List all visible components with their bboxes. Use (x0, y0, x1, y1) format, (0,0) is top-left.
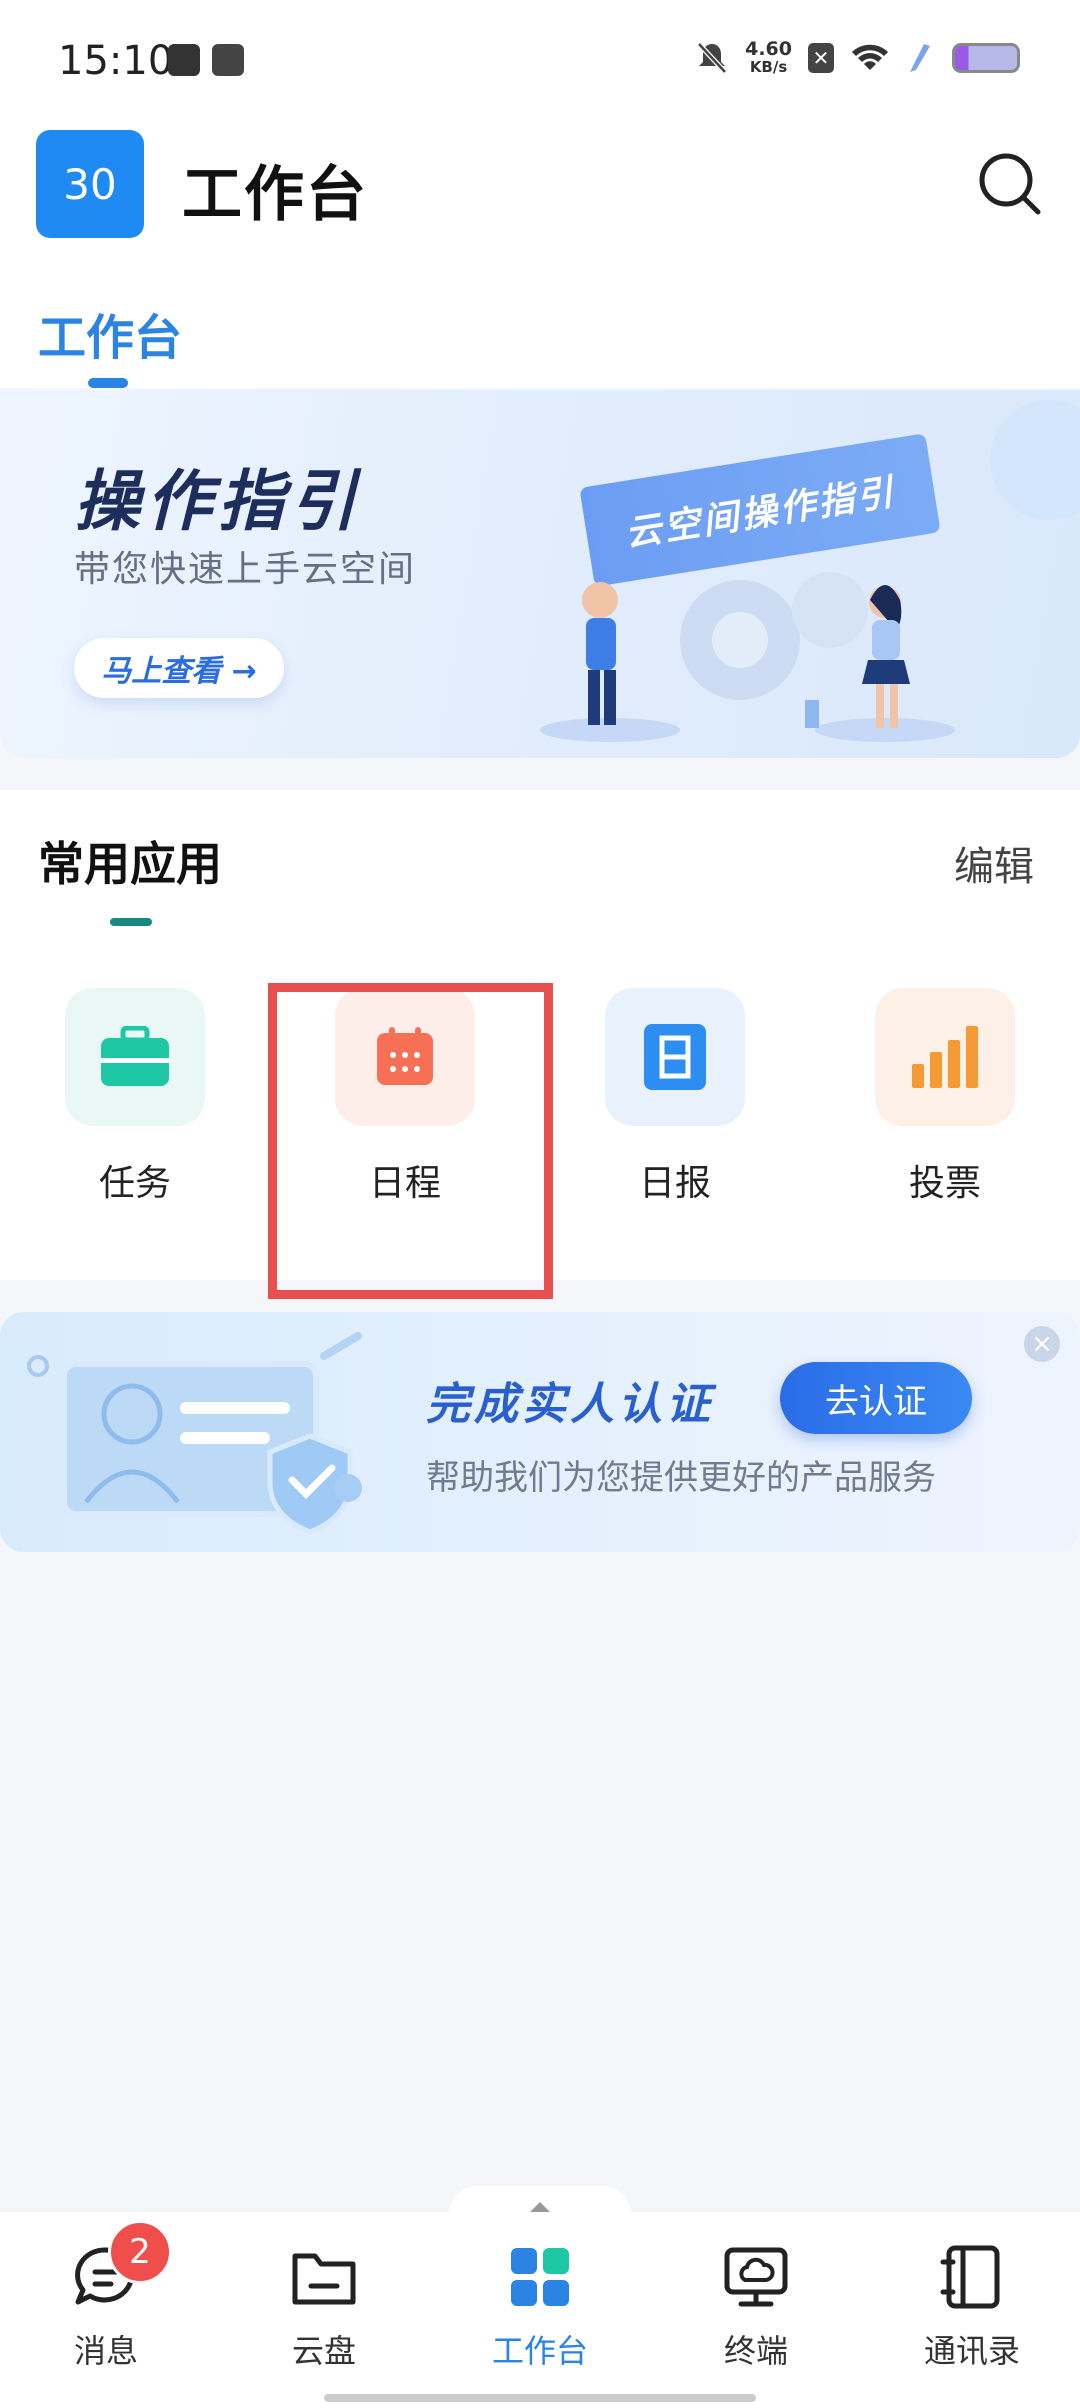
id-card-shield-icon (27, 1332, 362, 1535)
net-speed: 4.60 KB/s (745, 38, 792, 77)
nav-item-cloud-disk[interactable]: 云盘 (244, 2242, 404, 2372)
app-label: 任务 (98, 1163, 171, 1204)
wifi-icon (852, 44, 888, 70)
auth-banner-title: 完成实人认证 (426, 1379, 714, 1430)
terminal-cloud-icon (724, 2247, 788, 2307)
guide-illustration (540, 572, 955, 742)
tab-indicator (88, 378, 128, 388)
app-task[interactable]: 任务 (65, 988, 205, 1206)
battery-icon (952, 43, 1020, 73)
daily-report-icon (605, 988, 745, 1126)
tab-workbench[interactable]: 工作台 (38, 298, 182, 368)
app-label: 投票 (908, 1163, 981, 1204)
highlight-box (268, 983, 553, 1299)
auth-banner-subtitle: 帮助我们为您提供更好的产品服务 (426, 1458, 936, 1498)
workspace-avatar[interactable]: 30 (36, 130, 144, 238)
real-name-auth-banner[interactable]: 完成实人认证 帮助我们为您提供更好的产品服务 去认证 × (0, 1312, 1080, 1552)
edit-button[interactable]: 编辑 (954, 834, 1034, 892)
home-indicator[interactable] (324, 2394, 756, 2402)
nav-item-workbench[interactable]: 工作台 (460, 2242, 620, 2372)
nav-item-terminal[interactable]: 终端 (676, 2242, 836, 2372)
sim-disabled-icon: ✕ (808, 43, 834, 73)
nav-expand-handle[interactable] (448, 2186, 632, 2226)
nav-label: 通讯录 (923, 2332, 1020, 2370)
mail-notification-icon (168, 44, 200, 76)
app-vote[interactable]: 投票 (875, 988, 1015, 1206)
app-notification-icon (212, 44, 244, 76)
common-apps-indicator (110, 918, 152, 926)
app-daily-report[interactable]: 日报 (605, 988, 745, 1206)
close-icon[interactable]: × (1024, 1326, 1060, 1362)
app-label: 日报 (638, 1163, 711, 1204)
nav-item-contacts[interactable]: 通讯录 (892, 2242, 1052, 2372)
guide-banner-subtitle: 带您快速上手云空间 (74, 549, 417, 590)
nav-label: 消息 (73, 2332, 138, 2370)
page-title: 工作台 (182, 160, 368, 230)
nav-label: 工作台 (491, 2332, 588, 2370)
view-now-button[interactable]: 马上查看 → (74, 638, 284, 698)
common-apps-title: 常用应用 (38, 837, 222, 891)
workbench-icon (511, 2248, 569, 2306)
search-icon[interactable] (976, 150, 1042, 216)
nav-label: 云盘 (291, 2332, 356, 2370)
folder-icon (292, 2253, 356, 2305)
status-indicators: 4.60 KB/s ✕ (695, 40, 1020, 76)
guide-banner[interactable]: 操作指引 带您快速上手云空间 马上查看 → 云空间操作指引 (0, 390, 1080, 758)
nav-label: 终端 (723, 2332, 788, 2370)
guide-banner-title: 操作指引 (74, 463, 362, 540)
contacts-book-icon (940, 2245, 1000, 2309)
charging-icon (910, 44, 930, 72)
status-time: 15:10 (58, 38, 174, 84)
unread-badge: 2 (108, 2220, 172, 2284)
vote-chart-icon (875, 988, 1015, 1126)
briefcase-icon (65, 988, 205, 1126)
status-bar: 15:10 4.60 KB/s ✕ (0, 0, 1080, 120)
chevron-up-icon (530, 2202, 550, 2212)
banner-decoration-circle (990, 400, 1080, 520)
verify-button[interactable]: 去认证 (780, 1362, 972, 1434)
mute-bell-icon (697, 42, 727, 74)
